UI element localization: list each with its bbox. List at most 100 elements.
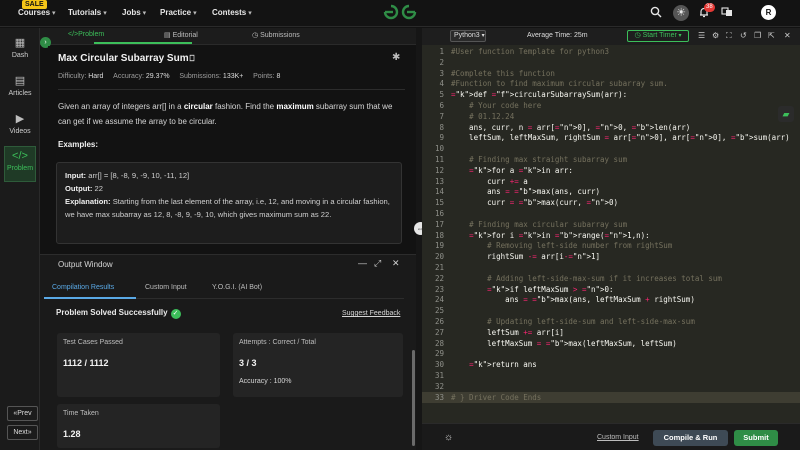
lightbulb-icon[interactable]: ☼ bbox=[444, 432, 453, 443]
minimize-icon[interactable]: — bbox=[358, 258, 367, 268]
start-timer-button[interactable]: ◷ Start Timer ▾ bbox=[627, 30, 689, 42]
code-line: ="k">if leftMaxSum > ="n">0: bbox=[487, 284, 614, 294]
left-sidebar: ▦ Dash ▤ Articles ▶ Videos </> Problem «Prev… bbox=[0, 28, 40, 450]
nav-courses[interactable]: Courses ▾ bbox=[18, 8, 56, 17]
next-label: Next bbox=[13, 429, 28, 436]
close-icon[interactable]: ✕ bbox=[392, 258, 400, 269]
collapse-icon[interactable]: ⇱ bbox=[768, 31, 775, 40]
average-time: Average Time: 25m bbox=[527, 32, 588, 39]
card-value: 1112 / 1112 bbox=[63, 358, 109, 368]
settings-icon[interactable]: ⚙ bbox=[712, 31, 719, 40]
expand-icon[interactable]: ⤢ bbox=[374, 258, 381, 269]
editor-toolbar: Python3 ▾ Average Time: 25m ◷ Start Time… bbox=[422, 28, 800, 45]
submit-button[interactable]: Submit bbox=[734, 430, 778, 446]
nav-jobs[interactable]: Jobs ▾ bbox=[122, 8, 146, 17]
card-label: Time Taken bbox=[63, 410, 99, 417]
line-number: 2 bbox=[439, 57, 444, 67]
scrollbar[interactable] bbox=[412, 350, 415, 446]
line-number: 23 bbox=[434, 284, 444, 294]
description-bold: circular bbox=[183, 102, 213, 111]
line-number: 14 bbox=[434, 187, 444, 197]
accuracy-text: Accuracy : 100% bbox=[239, 378, 292, 385]
code-icon: </> bbox=[68, 31, 79, 38]
sidebar-item-videos[interactable]: ▶ Videos bbox=[4, 112, 36, 148]
test-cases-card: Test Cases Passed 1112 / 1112 bbox=[57, 333, 220, 397]
tab-custom-input[interactable]: Custom Input bbox=[145, 284, 187, 291]
chevron-down-icon: ▾ bbox=[676, 33, 682, 39]
problem-panel: Max Circular Subarray Sum⎕ ✱ Difficulty:… bbox=[48, 46, 416, 256]
suggest-feedback-link[interactable]: Suggest Feedback bbox=[342, 310, 400, 317]
bookmark-icon[interactable]: ⎕ bbox=[190, 54, 195, 63]
custom-input-link[interactable]: Custom Input bbox=[597, 434, 639, 441]
line-number: 11 bbox=[434, 155, 444, 164]
problem-tabs: </>Problem ▤ Editorial ◷ Submissions bbox=[40, 28, 416, 45]
problem-title: Max Circular Subarray Sum⎕ bbox=[58, 53, 194, 64]
translate-icon[interactable] bbox=[720, 6, 734, 20]
close-icon[interactable]: ✕ bbox=[784, 31, 791, 40]
menu-icon[interactable]: ☰ bbox=[698, 31, 705, 40]
chevron-down-icon: ▾ bbox=[103, 10, 107, 17]
sidebar-item-articles[interactable]: ▤ Articles bbox=[4, 74, 36, 110]
grid-icon: ▦ bbox=[14, 37, 26, 49]
avatar[interactable]: R bbox=[761, 5, 776, 20]
compile-run-button[interactable]: Compile & Run bbox=[653, 430, 728, 446]
tab-editorial[interactable]: ▤ Editorial bbox=[164, 31, 198, 39]
tab-label: Editorial bbox=[172, 32, 198, 39]
tab-compilation-results[interactable]: Compilation Results bbox=[52, 284, 114, 291]
line-number: 19 bbox=[434, 241, 444, 251]
code-line: # Finding max circular subarray sum bbox=[469, 219, 628, 229]
video-icon: ▶ bbox=[15, 113, 25, 125]
bug-report-icon[interactable]: ✱ bbox=[392, 52, 400, 63]
sidebar-item-problem[interactable]: </> Problem bbox=[4, 146, 36, 182]
line-number: 29 bbox=[434, 349, 444, 359]
active-tab-indicator bbox=[44, 297, 136, 299]
code-editor[interactable]: 1 #User function Template for python3 2 3 #C… bbox=[422, 45, 800, 423]
chevron-down-icon: ▾ bbox=[52, 10, 56, 17]
line-number: 26 bbox=[434, 317, 444, 326]
tab-problem[interactable]: </>Problem bbox=[68, 31, 104, 38]
nav-label: Jobs bbox=[122, 8, 141, 17]
problem-description: Given an array of integers arr[] in a ci… bbox=[58, 99, 398, 129]
code-line: ="k">return ans bbox=[469, 360, 537, 370]
document-icon: ▤ bbox=[164, 32, 173, 39]
copy-icon[interactable]: ❐ bbox=[754, 31, 761, 40]
explanation-value: Starting from the last element of the ar… bbox=[65, 197, 390, 219]
prev-button[interactable]: «Prev bbox=[7, 406, 38, 421]
example-box: Input: arr[] = [8, -8, 9, -9, 10, -11, 1… bbox=[56, 162, 402, 244]
line-number: 3 bbox=[439, 68, 444, 78]
chat-icon[interactable]: ▰ bbox=[778, 106, 794, 122]
sidebar-item-dash[interactable]: ▦ Dash bbox=[4, 36, 36, 72]
code-line: # Adding left-side-max-sum if it increas… bbox=[487, 273, 722, 283]
line-number: 8 bbox=[439, 122, 444, 132]
problem-meta: Difficulty: Hard Accuracy: 29.37% Submis… bbox=[58, 73, 280, 80]
problem-title-text: Max Circular Subarray Sum bbox=[58, 53, 189, 64]
output-window-title: Output Window bbox=[58, 260, 113, 269]
line-number: 13 bbox=[434, 176, 444, 186]
line-number: 5 bbox=[439, 90, 444, 100]
double-chevron-right-icon: » bbox=[27, 429, 32, 436]
code-line: curr += a bbox=[451, 176, 528, 186]
next-button[interactable]: Next» bbox=[7, 425, 38, 440]
search-icon[interactable] bbox=[649, 6, 663, 20]
status-text: Problem Solved Successfully bbox=[56, 308, 168, 317]
nav-tutorials[interactable]: Tutorials ▾ bbox=[68, 8, 107, 17]
nav-label: Tutorials bbox=[68, 8, 102, 17]
language-select[interactable]: Python3 ▾ bbox=[450, 30, 486, 42]
geeksforgeeks-logo[interactable] bbox=[383, 2, 417, 22]
theme-toggle-icon[interactable]: ☀ bbox=[673, 5, 689, 21]
line-number: 18 bbox=[434, 230, 444, 240]
line-number: 7 bbox=[439, 111, 444, 121]
tab-submissions[interactable]: ◷ Submissions bbox=[252, 31, 300, 39]
reset-icon[interactable]: ↺ bbox=[740, 31, 747, 40]
tab-yogi-ai-bot[interactable]: Y.O.G.I. (AI Bot) bbox=[212, 284, 262, 291]
nav-contests[interactable]: Contests ▾ bbox=[212, 8, 252, 17]
line-number: 27 bbox=[434, 327, 444, 337]
line-number: 22 bbox=[434, 273, 444, 283]
fullscreen-icon[interactable]: ⛶ bbox=[726, 31, 732, 41]
code-line: # Your code here bbox=[469, 101, 542, 110]
code-line: #Function to find maximum circular subar… bbox=[451, 79, 668, 89]
chevron-down-icon: ▾ bbox=[142, 10, 147, 17]
code-line: ="k">def ="f">circularSubarraySum(arr): bbox=[451, 90, 628, 100]
code-line: ans, curr, n = arr[="n">0], ="n">0, ="b"… bbox=[451, 122, 691, 132]
nav-practice[interactable]: Practice ▾ bbox=[160, 8, 197, 17]
